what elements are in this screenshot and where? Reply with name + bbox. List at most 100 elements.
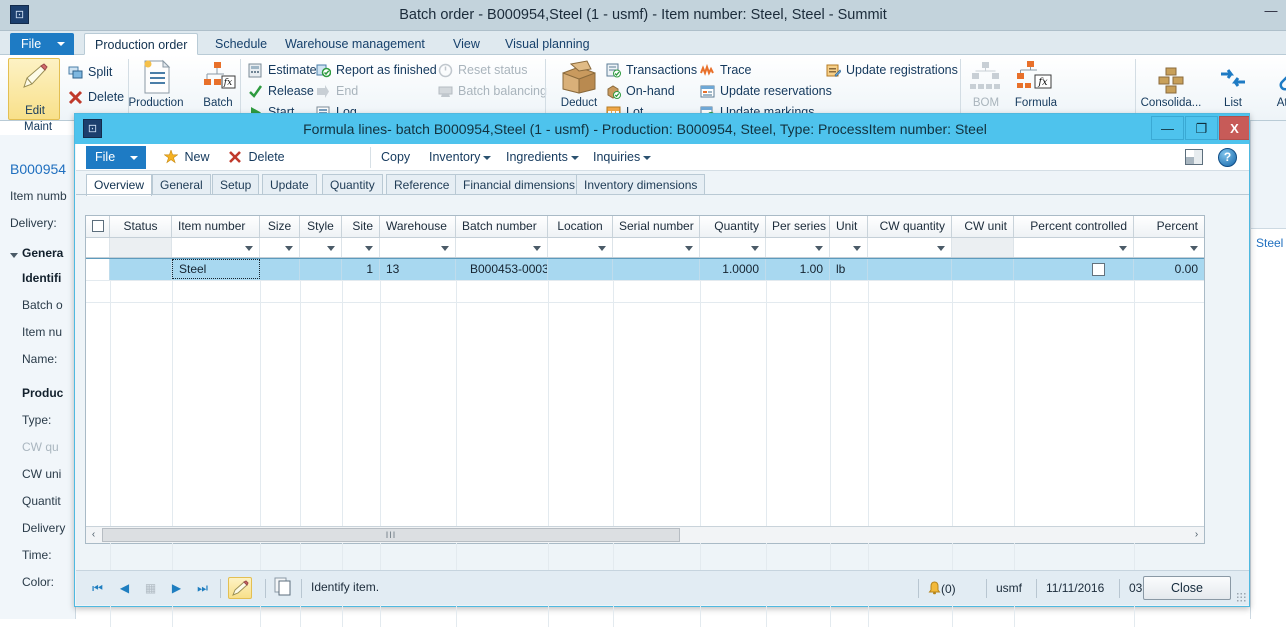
ribbon-formula-button[interactable]: fx Formula	[1005, 59, 1067, 109]
tab-inventory-dimensions[interactable]: Inventory dimensions	[576, 174, 706, 195]
filter-cell-style[interactable]	[300, 238, 342, 257]
ribbon-update-reservations-button[interactable]: Update reservations	[700, 81, 832, 101]
toolbar-new-button[interactable]: New	[163, 148, 210, 167]
filter-cell-warehouse[interactable]	[380, 238, 456, 257]
dialog-close-button[interactable]: X	[1219, 116, 1249, 140]
ribbon-consolidate-button[interactable]: Consolida...	[1140, 59, 1202, 109]
toolbar-ingredients-menu[interactable]: Ingredients	[506, 148, 579, 167]
app-minimize-button[interactable]: —	[1260, 4, 1282, 22]
filter-cell-site[interactable]	[342, 238, 380, 257]
scroll-left-arrow-icon[interactable]: ‹	[86, 527, 101, 543]
cell-location[interactable]	[548, 259, 613, 280]
app-file-menu-button[interactable]: File	[10, 33, 74, 55]
cell-batch-number[interactable]: B000453-0003...	[456, 259, 548, 280]
right-panel-link-steel[interactable]: Steel	[1256, 236, 1283, 250]
grid-col-per-series[interactable]: Per series	[766, 216, 830, 237]
percent-controlled-checkbox[interactable]	[1092, 263, 1105, 276]
scroll-right-arrow-icon[interactable]: ›	[1189, 527, 1204, 543]
ribbon-report-as-finished-button[interactable]: Report as finished	[316, 60, 437, 80]
grid-col-style[interactable]: Style	[300, 216, 342, 237]
tab-reference[interactable]: Reference	[386, 174, 458, 195]
table-row[interactable]: Steel 1 13 B000453-0003... 1.0000 1.00 l…	[86, 258, 1204, 280]
tab-update[interactable]: Update	[262, 174, 317, 195]
tab-overview[interactable]: Overview	[86, 174, 153, 196]
ribbon-split-button[interactable]: Split	[68, 62, 112, 82]
ribbon-production-button[interactable]: Production	[125, 59, 187, 109]
copy-icon[interactable]	[274, 577, 292, 598]
ribbon-tab-production-order[interactable]: Production order	[84, 33, 199, 55]
first-record-button[interactable]: ⏮	[89, 580, 106, 597]
grid-col-site[interactable]: Site	[342, 216, 380, 237]
row-select-cell[interactable]	[86, 259, 110, 280]
filter-cell-per-series[interactable]	[766, 238, 830, 257]
filter-cell-location[interactable]	[548, 238, 613, 257]
cell-per-series[interactable]: 1.00	[766, 259, 830, 280]
filter-cell-size[interactable]	[260, 238, 300, 257]
ribbon-deduct-button[interactable]: Deduct	[548, 59, 610, 109]
ribbon-tab-warehouse-management[interactable]: Warehouse management	[275, 33, 435, 55]
toolbar-inventory-menu[interactable]: Inventory	[429, 148, 492, 167]
tab-setup[interactable]: Setup	[212, 174, 260, 195]
ribbon-tab-view[interactable]: View	[443, 33, 490, 55]
filter-cell-cw-quantity[interactable]	[868, 238, 952, 257]
dialog-minimize-button[interactable]: —	[1151, 116, 1184, 140]
grid-col-location[interactable]: Location	[548, 216, 613, 237]
grid-select-all-cell[interactable]	[86, 216, 110, 237]
ribbon-delete-button[interactable]: Delete	[68, 87, 124, 107]
cell-style[interactable]	[300, 259, 342, 280]
last-record-button[interactable]: ⏭	[194, 580, 211, 597]
filter-cell-percent-controlled[interactable]	[1014, 238, 1134, 257]
grid-col-percent[interactable]: Percent	[1134, 216, 1204, 237]
grid-col-batch-number[interactable]: Batch number	[456, 216, 548, 237]
filter-cell-serial-number[interactable]	[613, 238, 700, 257]
edit-pencil-icon[interactable]	[228, 577, 252, 599]
cell-size[interactable]	[260, 259, 300, 280]
edit-button[interactable]: Edit	[8, 58, 60, 120]
cell-warehouse[interactable]: 13	[380, 259, 456, 280]
ribbon-transactions-button[interactable]: Transactions	[606, 60, 697, 80]
ribbon-trace-button[interactable]: Trace	[700, 60, 752, 80]
grid-col-warehouse[interactable]: Warehouse	[380, 216, 456, 237]
grid-col-serial-number[interactable]: Serial number	[613, 216, 700, 237]
ribbon-tab-visual-planning[interactable]: Visual planning	[495, 33, 600, 55]
grid-col-cw-unit[interactable]: CW unit	[952, 216, 1014, 237]
previous-record-button[interactable]: ◀	[116, 580, 133, 597]
toolbar-delete-button[interactable]: Delete	[228, 148, 285, 167]
ribbon-on-hand-button[interactable]: On-hand	[606, 81, 675, 101]
cell-status[interactable]	[110, 259, 172, 280]
grid-view-button[interactable]: ▦	[142, 580, 159, 597]
cell-cw-unit[interactable]	[952, 259, 1014, 280]
grid-col-percent-controlled[interactable]: Percent controlled	[1014, 216, 1134, 237]
alerts-indicator[interactable]: (0)	[928, 581, 956, 598]
grid-layout-icon[interactable]	[1185, 149, 1203, 165]
grid-col-quantity[interactable]: Quantity	[700, 216, 766, 237]
grid-col-cw-quantity[interactable]: CW quantity	[868, 216, 952, 237]
toolbar-inquiries-menu[interactable]: Inquiries	[593, 148, 652, 167]
filter-cell-quantity[interactable]	[700, 238, 766, 257]
resize-grip[interactable]	[1236, 592, 1246, 602]
grid-col-size[interactable]: Size	[260, 216, 300, 237]
dialog-file-menu-button[interactable]: File	[86, 146, 146, 169]
cell-quantity[interactable]: 1.0000	[700, 259, 766, 280]
dialog-maximize-button[interactable]: ❐	[1185, 116, 1218, 140]
ribbon-release-button[interactable]: Release	[248, 81, 314, 101]
scrollbar-thumb[interactable]: III	[102, 528, 680, 542]
cell-serial-number[interactable]	[613, 259, 700, 280]
select-all-checkbox[interactable]	[92, 220, 104, 232]
ribbon-update-registrations-button[interactable]: Update registrations	[826, 60, 958, 80]
close-button[interactable]: Close	[1143, 576, 1231, 600]
cell-item-number[interactable]: Steel	[172, 259, 260, 279]
ribbon-attachments-button[interactable]: Atta	[1256, 59, 1286, 109]
cell-percent-controlled[interactable]	[1014, 259, 1134, 280]
filter-cell-unit[interactable]	[830, 238, 868, 257]
cell-percent[interactable]: 0.00	[1134, 259, 1204, 280]
filter-cell-item-number[interactable]	[172, 238, 260, 257]
ribbon-list-button[interactable]: List	[1202, 59, 1264, 109]
ribbon-estimate-button[interactable]: Estimate	[248, 60, 317, 80]
filter-cell-percent[interactable]	[1134, 238, 1204, 257]
grid-col-item-number[interactable]: Item number	[172, 216, 260, 237]
toolbar-copy-button[interactable]: Copy	[381, 148, 410, 167]
next-record-button[interactable]: ▶	[168, 580, 185, 597]
grid-horizontal-scrollbar[interactable]: ‹ III ›	[86, 526, 1204, 543]
tab-general[interactable]: General	[152, 174, 211, 195]
